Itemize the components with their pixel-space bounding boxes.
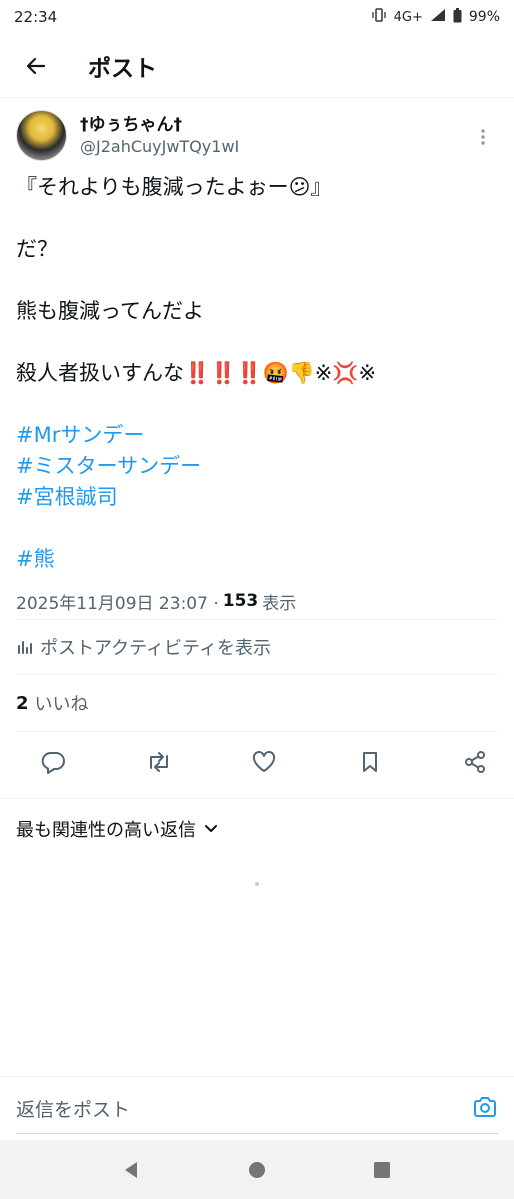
- status-indicators: 4G+ 99%: [371, 7, 500, 27]
- post-timestamp[interactable]: 2025年11月09日 23:07 ·: [16, 589, 219, 614]
- author-row: †ゆぅちゃん† @J2ahCuyJwTQy1wI: [16, 110, 498, 168]
- reply-input[interactable]: 返信をポスト: [16, 1095, 130, 1122]
- hashtag-link[interactable]: #宮根誠司: [16, 482, 498, 513]
- post-line: だ？: [16, 237, 58, 261]
- hashtag-link[interactable]: #Mrサンデー: [16, 420, 498, 451]
- reply-underline: [16, 1133, 498, 1134]
- post-line: 殺人者扱いすんな‼️‼️‼️🤬👎※💢※: [16, 361, 377, 385]
- share-icon: [465, 751, 485, 773]
- reply-sort-dropdown[interactable]: 最も関連性の高い返信: [0, 798, 514, 858]
- network-type: 4G+: [393, 9, 423, 25]
- display-name[interactable]: †ゆぅちゃん†: [80, 114, 468, 136]
- post-activity-label: ポストアクティビティを表示: [40, 638, 271, 659]
- views-label: 表示: [262, 593, 297, 614]
- post-activity-link[interactable]: ポストアクティビティを表示: [16, 620, 498, 674]
- repost-button[interactable]: [144, 747, 174, 777]
- more-options-button[interactable]: [468, 122, 498, 152]
- user-handle[interactable]: @J2ahCuyJwTQy1wI: [80, 136, 468, 158]
- page-title: ポスト: [88, 55, 157, 82]
- hashtag-link[interactable]: #熊: [16, 544, 498, 575]
- bookmark-icon: [362, 752, 377, 772]
- share-button[interactable]: [460, 747, 490, 777]
- post-line: 『それよりも腹減ったよぉー😕』: [16, 175, 332, 199]
- post-metadata: 2025年11月09日 23:07 · 153 表示: [16, 583, 498, 619]
- like-button[interactable]: [249, 747, 279, 777]
- hashtag-link[interactable]: #ミスターサンデー: [16, 451, 498, 482]
- status-bar: 22:34 4G+ 99%: [0, 0, 514, 34]
- likes-summary[interactable]: 2 いいね: [16, 675, 498, 731]
- top-app-bar: ポスト: [0, 34, 514, 98]
- circle-home-icon: [248, 1161, 265, 1178]
- triangle-back-icon: [125, 1161, 138, 1178]
- reply-button[interactable]: [38, 747, 68, 777]
- nav-back-button[interactable]: [117, 1155, 147, 1185]
- likes-label: いいね: [34, 694, 89, 715]
- loading-indicator: [255, 882, 259, 886]
- post-actions: [16, 732, 498, 792]
- system-navigation-bar: [0, 1140, 514, 1199]
- status-time: 22:34: [14, 8, 58, 26]
- avatar[interactable]: [16, 110, 67, 161]
- post-text: 『それよりも腹減ったよぉー😕』 だ？ 熊も腹減ってんだよ 殺人者扱いすんな‼️‼…: [16, 172, 498, 575]
- post-detail: †ゆぅちゃん† @J2ahCuyJwTQy1wI 『それよりも腹減ったよぉー😕』…: [0, 110, 514, 792]
- nav-home-button[interactable]: [242, 1155, 272, 1185]
- nav-recents-button[interactable]: [367, 1155, 397, 1185]
- back-button[interactable]: [16, 46, 56, 86]
- more-vertical-icon: [481, 129, 485, 145]
- reply-icon: [41, 752, 65, 774]
- views-count: 153: [222, 591, 259, 611]
- bar-chart-icon: [18, 641, 32, 654]
- square-recents-icon: [373, 1161, 390, 1178]
- battery-percent: 99%: [468, 9, 500, 25]
- arrow-left-icon: [26, 57, 46, 74]
- battery-icon: [453, 7, 462, 27]
- likes-count: 2: [16, 692, 29, 714]
- signal-icon: [430, 8, 446, 26]
- camera-icon: [474, 1096, 496, 1117]
- chevron-down-icon: [205, 824, 217, 832]
- post-line: 熊も腹減ってんだよ: [16, 299, 204, 323]
- reply-composer: 返信をポスト: [0, 1076, 514, 1140]
- camera-button[interactable]: [472, 1095, 498, 1123]
- repost-icon: [149, 752, 168, 772]
- author-info[interactable]: †ゆぅちゃん† @J2ahCuyJwTQy1wI: [80, 114, 468, 158]
- heart-icon: [252, 751, 276, 772]
- vibrate-icon: [371, 8, 387, 26]
- reply-sort-label: 最も関連性の高い返信: [16, 819, 196, 841]
- bookmark-button[interactable]: [355, 747, 385, 777]
